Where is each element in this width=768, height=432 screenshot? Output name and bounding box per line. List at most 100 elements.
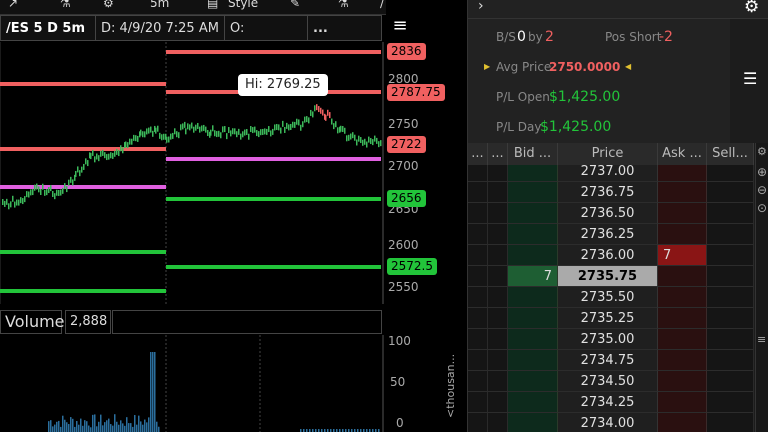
sell-cell[interactable] (707, 329, 754, 350)
ladder-cell[interactable] (488, 224, 508, 245)
gear-icon[interactable]: ⚙ (757, 145, 767, 158)
ask-size-cell[interactable] (658, 371, 707, 392)
price-chart[interactable] (0, 42, 386, 304)
plus-icon[interactable]: ⊕ (757, 165, 767, 179)
ask-size-cell[interactable] (658, 392, 707, 413)
ask-size-cell[interactable] (658, 182, 707, 203)
ladder-cell[interactable] (468, 165, 488, 182)
bid-size-cell[interactable] (508, 308, 558, 329)
bid-size-cell[interactable] (508, 245, 558, 266)
timeframe-button[interactable]: 5m (150, 0, 169, 10)
sell-cell[interactable] (707, 413, 754, 432)
drawing-icon[interactable]: ✎ (290, 0, 300, 10)
bid-size-cell[interactable]: 7 (508, 266, 558, 287)
bid-size-cell[interactable] (508, 392, 558, 413)
sell-cell[interactable] (707, 182, 754, 203)
price-cell[interactable]: 2736.00 (558, 245, 658, 266)
price-cell[interactable]: 2734.25 (558, 392, 658, 413)
ladder-cell[interactable] (468, 182, 488, 203)
ladder-cell[interactable] (468, 329, 488, 350)
price-cell[interactable]: 2736.25 (558, 224, 658, 245)
ladder-cell[interactable] (488, 203, 508, 224)
price-cell[interactable]: 2735.50 (558, 287, 658, 308)
bid-size-cell[interactable] (508, 203, 558, 224)
ask-size-cell[interactable] (658, 266, 707, 287)
bid-size-cell[interactable] (508, 413, 558, 432)
pen-icon[interactable]: ∕ (380, 0, 384, 10)
ladder-cell[interactable] (468, 413, 488, 432)
sell-cell[interactable] (707, 266, 754, 287)
ladder-cell[interactable] (488, 350, 508, 371)
handle-icon[interactable]: ≡ (757, 333, 766, 346)
sell-cell[interactable] (707, 245, 754, 266)
studies-icon[interactable]: ⚗ (60, 0, 71, 10)
bid-size-cell[interactable] (508, 329, 558, 350)
ladder-cell[interactable] (468, 245, 488, 266)
bid-size-cell[interactable] (508, 165, 558, 182)
by-value[interactable]: 2 (545, 23, 554, 51)
price-cell[interactable]: 2734.50 (558, 371, 658, 392)
ask-size-cell[interactable] (658, 224, 707, 245)
ask-size-cell[interactable] (658, 165, 707, 182)
bid-size-cell[interactable] (508, 224, 558, 245)
sell-cell[interactable] (707, 392, 754, 413)
ladder-header[interactable]: ... (488, 143, 508, 165)
sell-cell[interactable] (707, 350, 754, 371)
ladder-cell[interactable] (468, 266, 488, 287)
ladder-header[interactable]: ... (468, 143, 488, 165)
center-icon[interactable]: ⊙ (757, 201, 767, 215)
gear-icon[interactable]: ⚙ (744, 0, 759, 17)
bs-qty[interactable]: 0 (517, 23, 526, 51)
ladder-header-ask[interactable]: Ask ... (658, 143, 707, 165)
sell-cell[interactable] (707, 224, 754, 245)
sell-cell[interactable] (707, 287, 754, 308)
ladder-header-price[interactable]: Price (558, 143, 658, 165)
bid-size-cell[interactable] (508, 371, 558, 392)
ask-size-cell[interactable] (658, 329, 707, 350)
bid-size-cell[interactable] (508, 287, 558, 308)
price-cell[interactable]: 2736.50 (558, 203, 658, 224)
ask-size-cell[interactable] (658, 413, 707, 432)
ladder-cell[interactable] (488, 266, 508, 287)
ladder-cell[interactable] (488, 329, 508, 350)
chart-icon[interactable]: ↗ (8, 0, 18, 10)
price-cell[interactable]: 2736.75 (558, 182, 658, 203)
ladder-cell[interactable] (488, 413, 508, 432)
symbol-label[interactable]: /ES 5 D 5m (0, 15, 96, 41)
sell-cell[interactable] (707, 308, 754, 329)
ask-size-cell[interactable]: 7 (658, 245, 707, 266)
chart-panel[interactable]: ↗ ⚗ ⚙ 5m ▤ Style ✎ ⚗ ∕ /ES 5 D 5m D: 4/9… (0, 0, 466, 432)
ladder-cell[interactable] (468, 371, 488, 392)
sell-cell[interactable] (707, 165, 754, 182)
ladder-cell[interactable] (488, 182, 508, 203)
price-cell[interactable]: 2735.25 (558, 308, 658, 329)
minus-icon[interactable]: ⊖ (757, 183, 767, 197)
ladder-cell[interactable] (468, 308, 488, 329)
flask-icon[interactable]: ⚗ (338, 0, 349, 10)
ladder-cell[interactable] (488, 165, 508, 182)
ask-size-cell[interactable] (658, 350, 707, 371)
price-cell[interactable]: 2735.75 (558, 266, 658, 287)
list-icon[interactable]: ☰ (743, 69, 757, 88)
ladder-cell[interactable] (468, 287, 488, 308)
ask-size-cell[interactable] (658, 203, 707, 224)
price-ladder[interactable]: 2737.00 2736.75 2736.50 2736.25 2736.00 7 7 273… (468, 165, 755, 432)
ask-size-cell[interactable] (658, 308, 707, 329)
ladder-header-bid[interactable]: Bid ... (508, 143, 558, 165)
sell-cell[interactable] (707, 371, 754, 392)
style-button[interactable]: Style (228, 0, 258, 10)
gear-icon[interactable]: ⚙ (103, 0, 114, 10)
ladder-cell[interactable] (488, 287, 508, 308)
ladder-cell[interactable] (488, 245, 508, 266)
ladder-cell[interactable] (468, 203, 488, 224)
sell-cell[interactable] (707, 203, 754, 224)
ladder-cell[interactable] (488, 371, 508, 392)
bid-size-cell[interactable] (508, 350, 558, 371)
ladder-cell[interactable] (488, 392, 508, 413)
ladder-cell[interactable] (468, 350, 488, 371)
collapse-icon[interactable]: ≡ (385, 15, 415, 45)
ask-size-cell[interactable] (658, 287, 707, 308)
ladder-cell[interactable] (468, 392, 488, 413)
price-cell[interactable]: 2735.00 (558, 329, 658, 350)
price-cell[interactable]: 2734.75 (558, 350, 658, 371)
